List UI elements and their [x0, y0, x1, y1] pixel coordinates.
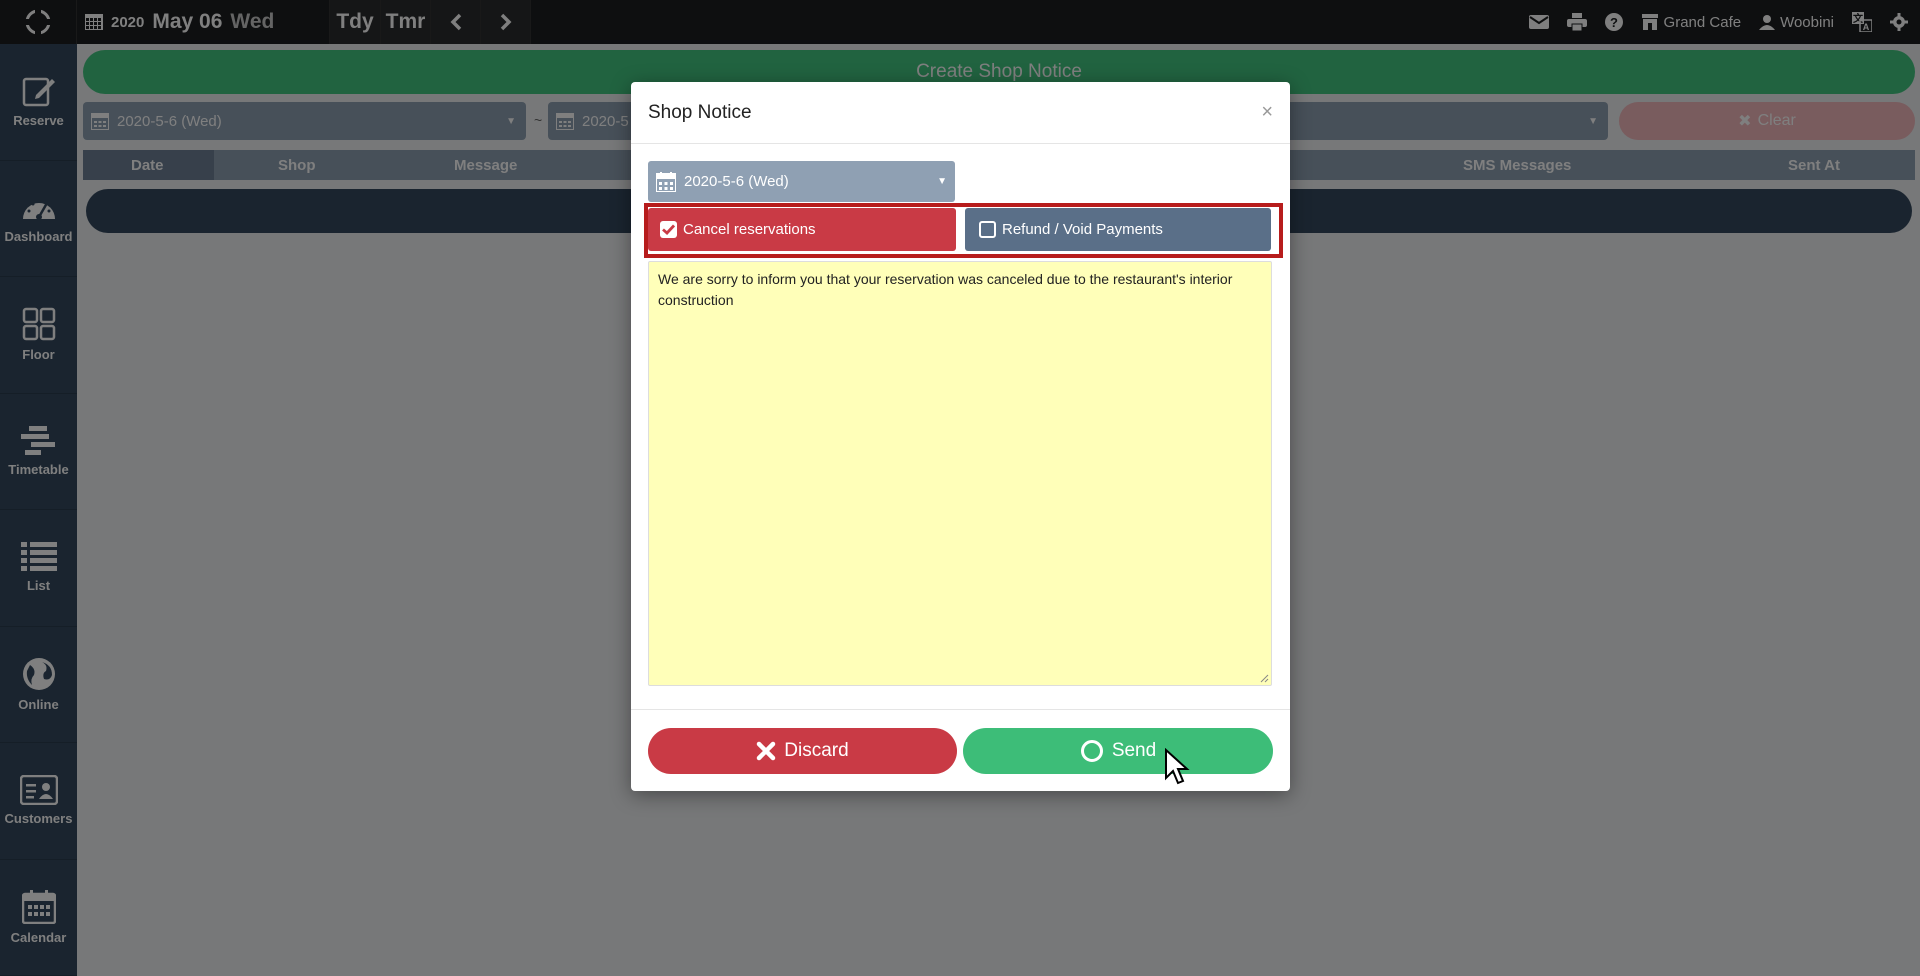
- send-button[interactable]: Send: [963, 728, 1273, 774]
- notice-date-select[interactable]: 2020-5-6 (Wed) ▼: [648, 161, 955, 202]
- calendar-icon: [656, 171, 676, 192]
- close-button[interactable]: ×: [1261, 101, 1273, 124]
- send-label: Send: [1111, 740, 1157, 761]
- shop-notice-dialog: Shop Notice × 2020-5-6 (Wed) ▼ Cancel re…: [631, 82, 1290, 791]
- refund-void-payments-label: Refund / Void Payments: [1002, 221, 1163, 238]
- dialog-footer: Discard Send: [631, 709, 1290, 791]
- cancel-reservations-toggle[interactable]: Cancel reservations: [648, 208, 956, 251]
- notice-message-textarea[interactable]: We are sorry to inform you that your res…: [648, 261, 1272, 686]
- mouse-pointer-icon: [1165, 748, 1190, 785]
- notice-date-value: 2020-5-6 (Wed): [684, 173, 789, 190]
- cancel-reservations-label: Cancel reservations: [683, 221, 816, 238]
- close-icon: [757, 741, 776, 761]
- checkbox-checked-icon: [660, 221, 677, 238]
- discard-label: Discard: [784, 740, 849, 761]
- checkbox-unchecked-icon: [979, 221, 996, 238]
- refund-void-payments-toggle[interactable]: Refund / Void Payments: [965, 208, 1271, 251]
- circle-icon: [1080, 740, 1103, 762]
- caret-down-icon: ▼: [937, 176, 947, 187]
- notice-message-text: We are sorry to inform you that your res…: [658, 271, 1233, 308]
- dialog-header: Shop Notice ×: [631, 82, 1290, 144]
- resize-grip-icon[interactable]: [1259, 673, 1269, 683]
- dialog-title: Shop Notice: [648, 101, 752, 123]
- discard-button[interactable]: Discard: [648, 728, 957, 774]
